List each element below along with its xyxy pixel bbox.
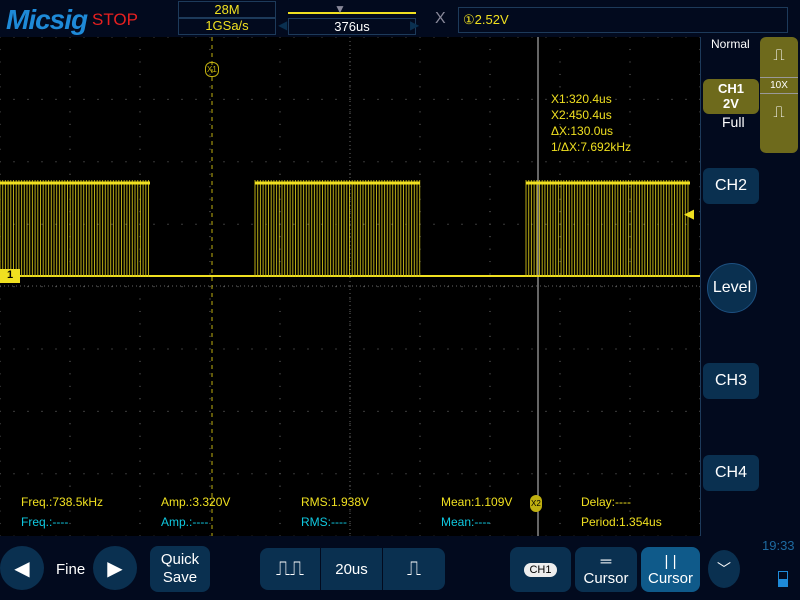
x2-value: X2:450.4us: [551, 108, 612, 122]
meas-rms: RMS:1.938V: [301, 495, 370, 509]
left-arrow-icon[interactable]: ◀: [278, 18, 287, 32]
fine-label: Fine: [56, 561, 86, 578]
inverse-delta-x-value: 1/ΔX:7.692kHz: [551, 140, 632, 154]
cursor-h-label: Cursor: [583, 569, 629, 587]
ch1-marker[interactable]: 1: [0, 269, 20, 283]
brand-logo: Micsig: [6, 4, 88, 35]
trigger-level[interactable]: ①2.52V: [458, 7, 788, 33]
vertical-cursor-button[interactable]: | | Cursor: [641, 547, 700, 592]
time-position[interactable]: 376us: [288, 18, 416, 35]
clock: 19:33: [762, 538, 795, 553]
ch3-button[interactable]: CH3: [703, 363, 759, 399]
channel-select-button[interactable]: CH1: [510, 547, 571, 592]
meas2-mean: Mean:----: [441, 515, 491, 529]
trigger-x-icon: X: [435, 10, 446, 27]
quick-label: Quick: [160, 551, 200, 568]
cursor-x2-handle[interactable]: X2: [530, 495, 542, 512]
timebase-value: 20us: [321, 548, 382, 590]
battery-icon: [778, 571, 788, 587]
horizontal-lines-icon: ═: [600, 552, 612, 570]
pulse-up-icon[interactable]: ⎍: [760, 47, 798, 65]
right-arrow-icon[interactable]: ▶: [410, 18, 419, 32]
meas2-freq: Freq.:----: [21, 515, 69, 529]
x1-value: X1:320.4us: [551, 92, 612, 106]
meas2-amp: Amp.:----: [161, 515, 209, 529]
pulse-down-icon[interactable]: ⎍: [760, 104, 798, 122]
timebase-decrease-button[interactable]: ⎍⎍: [260, 548, 320, 590]
sample-rate[interactable]: 1GSa/s: [178, 17, 276, 35]
vertical-lines-icon: | |: [664, 552, 677, 570]
ch4-button[interactable]: CH4: [703, 455, 759, 491]
meas-freq: Freq.:738.5kHz: [21, 495, 104, 509]
probe-ratio: 10X: [760, 77, 798, 94]
save-label: Save: [162, 569, 198, 586]
fine-left-button[interactable]: ◀: [0, 546, 44, 590]
ch1-chip: CH1: [524, 562, 557, 577]
meas-mean: Mean:1.109V: [441, 495, 513, 509]
more-chevron-icon[interactable]: ﹀: [708, 550, 740, 588]
waveform-display[interactable]: 1 X1 X2 X1:320.4us X2:450.4us ΔX:130.0us…: [0, 36, 701, 537]
ch1-scale: 2V: [723, 96, 739, 111]
run-status[interactable]: STOP: [92, 10, 138, 30]
cursor-x1-handle[interactable]: X1: [205, 62, 219, 77]
meas-delay: Delay:----: [581, 495, 631, 509]
quick-save-button[interactable]: Quick Save: [150, 546, 210, 592]
meas-period: Period:1.354us: [581, 515, 662, 529]
ch1-label: CH1: [717, 81, 744, 96]
ch1-bandwidth[interactable]: Full: [722, 114, 745, 130]
probe-panel[interactable]: ⎍ 10X ⎍: [760, 37, 798, 153]
trigger-mode[interactable]: Normal: [711, 37, 750, 51]
trigger-position-icon: ▼: [334, 2, 346, 16]
horizontal-cursor-button[interactable]: ═ Cursor: [575, 547, 637, 592]
trigger-level-arrow-icon: ◀: [684, 206, 694, 221]
timebase-increase-button[interactable]: ⎍: [383, 548, 445, 590]
cursor-readout: X1:320.4us X2:450.4us ΔX:130.0us 1/ΔX:7.…: [551, 91, 631, 155]
meas2-rms: RMS:----: [301, 515, 347, 529]
fine-right-button[interactable]: ▶: [93, 546, 137, 590]
ch2-button[interactable]: CH2: [703, 168, 759, 204]
cursor-v-label: Cursor: [647, 569, 693, 587]
delta-x-value: ΔX:130.0us: [551, 124, 614, 138]
meas-amp: Amp.:3.320V: [161, 495, 231, 509]
level-knob[interactable]: Level: [707, 263, 757, 313]
memory-position-bar: [288, 12, 416, 14]
ch1-scale-button[interactable]: CH1 2V: [703, 79, 759, 114]
